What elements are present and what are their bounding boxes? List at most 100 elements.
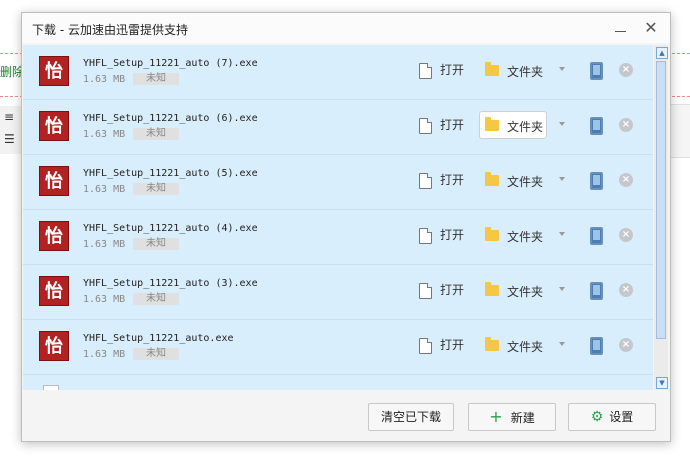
- list-item[interactable]: 怡 YHFL_Setup_11221_auto (6).exe 1.63 MB 未知 打…: [23, 100, 653, 155]
- app-icon: 怡: [39, 56, 69, 86]
- align-icon: ≡: [4, 110, 15, 124]
- minimize-icon[interactable]: [610, 17, 632, 39]
- folder-label: 文件夹: [507, 65, 544, 79]
- delete-icon[interactable]: ×: [619, 173, 633, 187]
- clear-downloaded-button[interactable]: 清空已下载: [368, 403, 454, 431]
- file-icon: [419, 337, 432, 354]
- folder-label: 文件夹: [507, 285, 544, 299]
- list-item[interactable]: 怡 YHFL_Setup_11221_auto.exe 1.63 MB 未知 打开 文件夹…: [23, 320, 653, 375]
- chevron-down-icon[interactable]: [559, 177, 565, 181]
- delete-icon[interactable]: ×: [619, 338, 633, 352]
- app-icon: 怡: [39, 276, 69, 306]
- close-icon[interactable]: ✕: [640, 17, 662, 39]
- phone-icon[interactable]: [590, 227, 603, 245]
- file-icon: [419, 282, 432, 299]
- file-size: 1.63 MB: [83, 129, 126, 140]
- settings-button[interactable]: ⚙ 设置: [568, 403, 656, 431]
- folder-icon: [485, 62, 499, 76]
- folder-icon: [485, 117, 499, 131]
- open-label: 打开: [440, 63, 465, 77]
- open-button[interactable]: 打开: [419, 116, 464, 136]
- open-label: 打开: [440, 338, 465, 352]
- list-item[interactable]: 怡 YHFL_Setup_11221_auto (4).exe 1.63 MB 未知 打…: [23, 210, 653, 265]
- file-size: 1.63 MB: [83, 184, 126, 195]
- phone-icon[interactable]: [590, 337, 603, 355]
- open-folder-button[interactable]: 文件夹: [479, 111, 547, 139]
- bg-toolbar: ≡ ☰: [0, 106, 23, 154]
- file-icon: [419, 172, 432, 189]
- scroll-up-icon[interactable]: ▲: [656, 47, 668, 59]
- file-icon: [419, 62, 432, 79]
- delete-icon[interactable]: ×: [619, 283, 633, 297]
- file-size: 1.63 MB: [83, 349, 126, 360]
- settings-label: 设置: [609, 410, 634, 424]
- chevron-down-icon[interactable]: [559, 287, 565, 291]
- phone-icon[interactable]: [590, 282, 603, 300]
- open-folder-button[interactable]: 文件夹: [479, 276, 547, 304]
- status-badge: 未知: [133, 348, 179, 360]
- folder-label: 文件夹: [507, 340, 544, 354]
- open-button[interactable]: 打开: [419, 281, 464, 301]
- gear-icon: ⚙: [590, 409, 604, 425]
- open-label: 打开: [440, 228, 465, 242]
- open-folder-button[interactable]: 文件夹: [479, 166, 547, 194]
- footer: 清空已下载 + 新建 ⚙ 设置: [22, 391, 670, 441]
- list-item-partial: [23, 375, 653, 390]
- open-button[interactable]: 打开: [419, 336, 464, 356]
- delete-icon[interactable]: ×: [619, 118, 633, 132]
- chevron-down-icon[interactable]: [559, 67, 565, 71]
- app-icon: 怡: [39, 111, 69, 141]
- list-item[interactable]: 怡 YHFL_Setup_11221_auto (3).exe 1.63 MB 未知 打…: [23, 265, 653, 320]
- titlebar: 下载 - 云加速由迅雷提供支持 ✕: [22, 13, 670, 43]
- folder-icon: [485, 337, 499, 351]
- chevron-down-icon[interactable]: [559, 122, 565, 126]
- phone-icon[interactable]: [590, 117, 603, 135]
- list-item[interactable]: 怡 YHFL_Setup_11221_auto (7).exe 1.63 MB 未知 打…: [23, 45, 653, 100]
- scroll-down-icon[interactable]: ▼: [656, 377, 668, 389]
- download-dialog: 下载 - 云加速由迅雷提供支持 ✕ 怡 YHFL_Setup_11221_auto…: [21, 12, 671, 442]
- folder-label: 文件夹: [507, 120, 544, 134]
- clear-label: 清空已下载: [380, 410, 441, 424]
- file-size: 1.63 MB: [83, 294, 126, 305]
- dialog-title: 下载 - 云加速由迅雷提供支持: [32, 23, 188, 37]
- scrollbar[interactable]: ▲ ▼: [654, 45, 668, 390]
- file-name: YHFL_Setup_11221_auto (4).exe: [83, 223, 258, 234]
- status-badge: 未知: [133, 183, 179, 195]
- folder-icon: [485, 282, 499, 296]
- file-name: YHFL_Setup_11221_auto (3).exe: [83, 278, 258, 289]
- open-label: 打开: [440, 173, 465, 187]
- delete-icon[interactable]: ×: [619, 228, 633, 242]
- file-name: YHFL_Setup_11221_auto (6).exe: [83, 113, 258, 124]
- new-label: 新建: [510, 411, 535, 425]
- bg-panel: [670, 104, 690, 158]
- app-icon: 怡: [39, 166, 69, 196]
- scrollbar-thumb[interactable]: [656, 61, 666, 339]
- chevron-down-icon[interactable]: [559, 342, 565, 346]
- open-folder-button[interactable]: 文件夹: [479, 56, 547, 84]
- open-folder-button[interactable]: 文件夹: [479, 331, 547, 359]
- file-size: 1.63 MB: [83, 74, 126, 85]
- open-button[interactable]: 打开: [419, 61, 464, 81]
- open-folder-button[interactable]: 文件夹: [479, 221, 547, 249]
- folder-label: 文件夹: [507, 230, 544, 244]
- open-button[interactable]: 打开: [419, 171, 464, 191]
- phone-icon[interactable]: [590, 172, 603, 190]
- download-list: 怡 YHFL_Setup_11221_auto (7).exe 1.63 MB 未知打…: [23, 45, 653, 390]
- app-icon: 怡: [39, 331, 69, 361]
- file-name: YHFL_Setup_11221_auto (5).exe: [83, 168, 258, 179]
- list-icon: ☰: [4, 132, 15, 146]
- open-label: 打开: [440, 118, 465, 132]
- file-icon: [419, 117, 432, 134]
- file-name: YHFL_Setup_11221_auto.exe: [83, 333, 234, 344]
- folder-label: 文件夹: [507, 175, 544, 189]
- status-badge: 未知: [133, 73, 179, 85]
- open-button[interactable]: 打开: [419, 226, 464, 246]
- new-download-button[interactable]: + 新建: [468, 403, 556, 431]
- phone-icon[interactable]: [590, 62, 603, 80]
- delete-icon[interactable]: ×: [619, 63, 633, 77]
- status-badge: 未知: [133, 293, 179, 305]
- folder-icon: [485, 227, 499, 241]
- list-item[interactable]: 怡 YHFL_Setup_11221_auto (5).exe 1.63 MB 未知 打…: [23, 155, 653, 210]
- open-label: 打开: [440, 283, 465, 297]
- chevron-down-icon[interactable]: [559, 232, 565, 236]
